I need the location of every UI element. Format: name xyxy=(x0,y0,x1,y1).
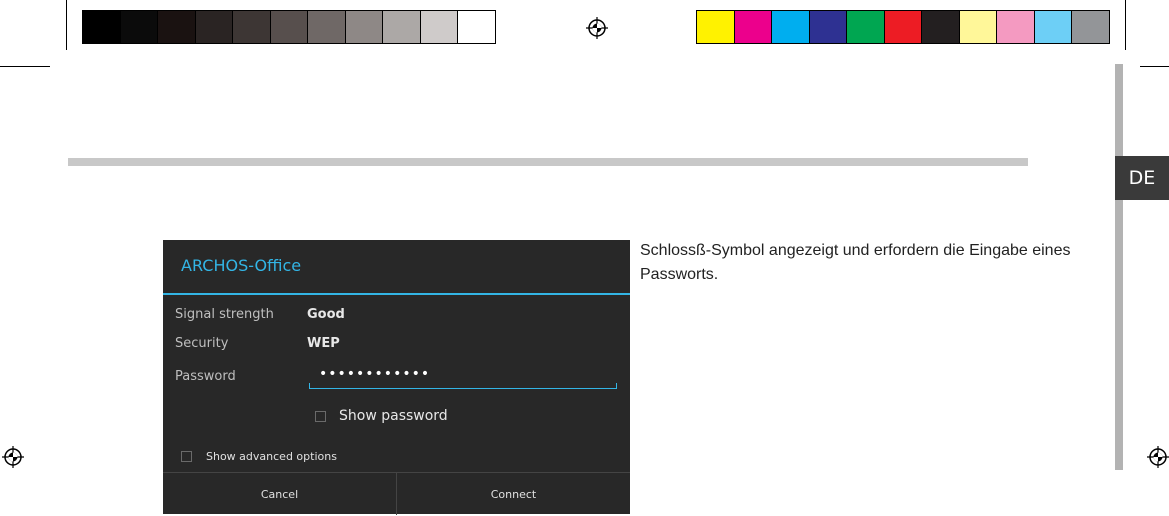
password-label: Password xyxy=(175,369,236,384)
dialog-title: ARCHOS-Office xyxy=(181,256,302,275)
signal-strength-label: Signal strength xyxy=(175,307,274,322)
connect-button[interactable]: Connect xyxy=(396,473,630,515)
cancel-button[interactable]: Cancel xyxy=(163,473,396,515)
registration-mark-icon xyxy=(586,17,608,39)
crop-mark xyxy=(66,0,67,50)
grayscale-color-bar xyxy=(82,10,496,44)
color-swatch xyxy=(120,11,159,43)
process-color-bar xyxy=(696,10,1110,44)
page-edge-stripe xyxy=(1115,64,1123,470)
color-swatch xyxy=(809,11,848,43)
crop-mark xyxy=(0,66,50,67)
registration-mark-icon xyxy=(2,446,24,468)
color-swatch xyxy=(458,11,496,43)
color-swatch xyxy=(345,11,384,43)
header-rule xyxy=(68,158,1028,166)
security-label: Security xyxy=(175,336,229,351)
body-paragraph: Schlossß-Symbol angezeigt und erfordern … xyxy=(640,242,1071,283)
password-input[interactable]: •••••••••••• xyxy=(309,365,617,389)
color-swatch xyxy=(308,11,346,43)
color-swatch xyxy=(270,11,309,43)
color-swatch xyxy=(83,11,121,43)
security-value: WEP xyxy=(307,336,340,351)
color-swatch xyxy=(884,11,923,43)
color-swatch xyxy=(383,11,421,43)
color-swatch xyxy=(847,11,885,43)
color-swatch xyxy=(1034,11,1073,43)
color-swatch xyxy=(997,11,1035,43)
color-swatch xyxy=(959,11,998,43)
dialog-title-divider xyxy=(163,293,630,295)
password-masked-value: •••••••••••• xyxy=(319,366,431,382)
signal-strength-value: Good xyxy=(307,307,345,322)
color-swatch xyxy=(697,11,735,43)
crop-mark xyxy=(1140,66,1169,67)
color-swatch xyxy=(772,11,810,43)
show-advanced-options-checkbox[interactable] xyxy=(181,451,192,462)
crop-mark xyxy=(1125,0,1126,50)
color-swatch xyxy=(158,11,196,43)
language-tab: DE xyxy=(1115,156,1169,200)
color-swatch xyxy=(233,11,271,43)
color-swatch xyxy=(1072,11,1110,43)
show-password-label: Show password xyxy=(339,408,448,424)
color-swatch xyxy=(195,11,234,43)
wifi-connect-dialog: ARCHOS-Office Signal strength Good Secur… xyxy=(163,240,630,515)
color-swatch xyxy=(420,11,459,43)
color-swatch xyxy=(922,11,960,43)
show-password-checkbox[interactable] xyxy=(315,411,326,422)
show-advanced-options-label: Show advanced options xyxy=(206,450,337,463)
color-swatch xyxy=(734,11,773,43)
dialog-button-bar: Cancel Connect xyxy=(163,472,630,515)
registration-mark-icon xyxy=(1147,446,1169,468)
